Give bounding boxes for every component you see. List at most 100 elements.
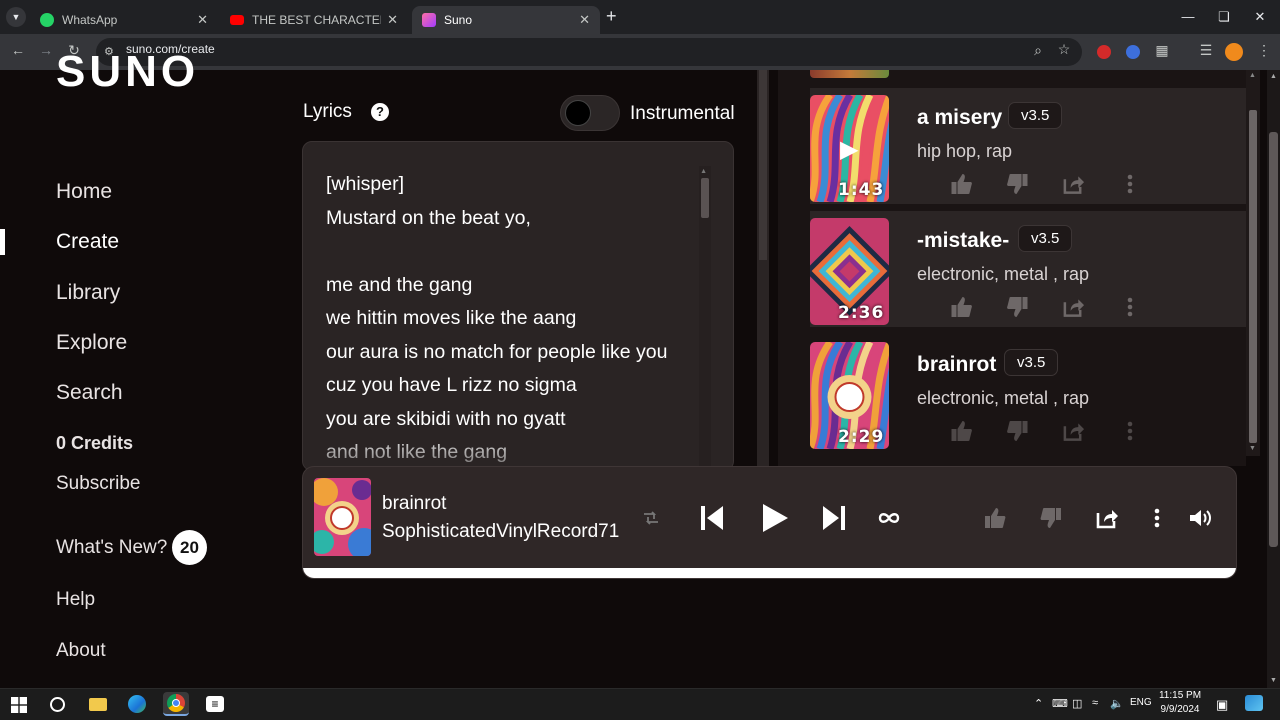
- dislike-icon[interactable]: [1006, 296, 1029, 319]
- tab-suno[interactable]: Suno ✕: [412, 6, 600, 34]
- tray-chevron-icon[interactable]: ⌃: [1034, 697, 1043, 710]
- profile-avatar[interactable]: [1225, 43, 1243, 61]
- capcut-icon[interactable]: ≡: [202, 692, 228, 716]
- song-title[interactable]: a misery: [917, 106, 1002, 130]
- song-list-scroll-thumb[interactable]: [1249, 110, 1257, 443]
- like-icon[interactable]: [950, 173, 973, 196]
- extension-red-icon[interactable]: [1097, 45, 1111, 59]
- player-more-icon[interactable]: [1149, 507, 1165, 529]
- nav-library[interactable]: Library: [56, 281, 120, 305]
- zoom-icon[interactable]: ⌕: [1028, 42, 1048, 59]
- bookmark-star-icon[interactable]: ☆: [1054, 41, 1074, 58]
- tab-search-button[interactable]: ▼: [6, 7, 26, 27]
- cortana-search-icon[interactable]: [50, 697, 65, 712]
- extension-blue-icon[interactable]: [1126, 45, 1140, 59]
- song-cover-art[interactable]: 2:29: [810, 342, 889, 449]
- whats-new-link[interactable]: What's New?: [56, 537, 167, 559]
- speaker-icon[interactable]: 🔈: [1110, 697, 1124, 710]
- like-icon[interactable]: [950, 296, 973, 319]
- previous-track-icon[interactable]: [698, 503, 726, 533]
- nav-search[interactable]: Search: [56, 381, 123, 405]
- photos-tray-icon[interactable]: [1245, 695, 1263, 711]
- song-list-scroll-up-icon[interactable]: ▲: [1249, 72, 1256, 79]
- like-icon[interactable]: [950, 420, 973, 443]
- share-icon[interactable]: [1062, 296, 1085, 319]
- tab-close-icon[interactable]: ✕: [387, 12, 398, 28]
- next-track-icon[interactable]: [820, 503, 848, 533]
- nav-explore[interactable]: Explore: [56, 331, 127, 355]
- help-link[interactable]: Help: [56, 589, 95, 611]
- play-overlay-icon[interactable]: ▶: [840, 135, 858, 164]
- volume-icon[interactable]: [1188, 506, 1216, 530]
- tab-close-icon[interactable]: ✕: [579, 12, 590, 28]
- page-scroll-down-icon[interactable]: ▼: [1270, 677, 1277, 684]
- player-cover-art[interactable]: [314, 478, 371, 556]
- close-icon[interactable]: ✕: [1240, 6, 1280, 28]
- wifi-icon[interactable]: ≈: [1092, 697, 1098, 709]
- lyrics-scroll-thumb[interactable]: [701, 178, 709, 218]
- player-artist-name[interactable]: SophisticatedVinylRecord71: [382, 521, 619, 543]
- more-options-icon[interactable]: [1118, 173, 1141, 196]
- page-scroll-up-icon[interactable]: ▲: [1270, 73, 1277, 80]
- lyrics-fade: [303, 430, 733, 470]
- tab-youtube[interactable]: THE BEST CHARACTER IN JUJUTSU ✕: [220, 6, 408, 34]
- player-share-icon[interactable]: [1094, 506, 1120, 530]
- lyrics-textarea[interactable]: [whisper] Mustard on the beat yo, me and…: [302, 141, 734, 471]
- edge-icon[interactable]: [124, 692, 150, 716]
- song-row[interactable]: ▶ 1:43 a misery v3.5 hip hop, rap: [810, 88, 1246, 204]
- loop-icon[interactable]: [876, 507, 902, 529]
- windows-taskbar: [0, 688, 1280, 720]
- address-bar[interactable]: [96, 38, 1082, 66]
- suno-logo[interactable]: SUNO: [56, 55, 206, 93]
- more-options-icon[interactable]: [1118, 420, 1141, 443]
- create-panel-scroll-thumb[interactable]: [759, 70, 767, 260]
- minimize-icon[interactable]: —: [1168, 6, 1208, 28]
- chrome-taskbar-icon[interactable]: [163, 692, 189, 716]
- tray-device-icon[interactable]: ◫: [1072, 697, 1082, 710]
- dislike-icon[interactable]: [1006, 173, 1029, 196]
- song-duration: 1:43: [838, 180, 885, 200]
- nav-create[interactable]: Create: [56, 230, 119, 254]
- media-control-icon[interactable]: ☰: [1196, 42, 1216, 59]
- shuffle-icon[interactable]: [640, 507, 662, 529]
- song-title[interactable]: brainrot: [917, 353, 996, 377]
- song-row[interactable]: 2:36 -mistake-v3.5 electronic, metal , rap: [810, 211, 1246, 327]
- forward-icon[interactable]: →: [36, 42, 56, 58]
- share-icon[interactable]: [1062, 420, 1085, 443]
- maximize-icon[interactable]: ❏: [1204, 6, 1244, 28]
- back-icon[interactable]: ←: [8, 42, 28, 58]
- song-cover-art[interactable]: 2:36: [810, 218, 889, 325]
- player-dislike-icon[interactable]: [1039, 506, 1063, 530]
- system-clock[interactable]: 11:15 PM 9/9/2024: [1149, 689, 1211, 717]
- tab-close-icon[interactable]: ✕: [197, 12, 208, 28]
- player-like-icon[interactable]: [983, 506, 1007, 530]
- help-icon[interactable]: ?: [371, 103, 389, 121]
- song-list-scroll-down-icon[interactable]: ▼: [1249, 445, 1256, 452]
- dislike-icon[interactable]: [1006, 420, 1029, 443]
- more-options-icon[interactable]: [1118, 296, 1141, 319]
- song-cover-art[interactable]: ▶ 1:43: [810, 95, 889, 202]
- instrumental-toggle[interactable]: [560, 95, 620, 131]
- player-song-title[interactable]: brainrot: [382, 493, 446, 515]
- song-title[interactable]: -mistake-: [917, 229, 1009, 253]
- chrome-menu-icon[interactable]: ⋮: [1254, 42, 1274, 59]
- file-explorer-icon[interactable]: [85, 692, 111, 716]
- nav-home[interactable]: Home: [56, 180, 112, 204]
- instrumental-label: Instrumental: [630, 103, 735, 124]
- about-link[interactable]: About: [56, 640, 106, 662]
- new-tab-button[interactable]: +: [606, 6, 617, 27]
- windows-start-icon[interactable]: [11, 697, 27, 713]
- extensions-puzzle-icon[interactable]: ▦: [1152, 42, 1172, 59]
- song-row[interactable]: 2:29 brainrot v3.5 electronic, metal , rap: [810, 335, 1246, 451]
- share-icon[interactable]: [1062, 173, 1085, 196]
- tray-input-icon[interactable]: ⌨: [1052, 697, 1068, 710]
- active-nav-indicator: [0, 229, 5, 255]
- player-progress-track[interactable]: [303, 568, 1236, 578]
- tab-whatsapp[interactable]: WhatsApp ✕: [30, 6, 218, 34]
- clock-time: 11:15 PM: [1158, 690, 1202, 701]
- scroll-up-arrow-icon[interactable]: ▲: [700, 168, 707, 175]
- play-icon[interactable]: [759, 501, 791, 535]
- page-scroll-thumb[interactable]: [1269, 132, 1278, 547]
- notification-icon[interactable]: ▣: [1216, 697, 1228, 713]
- subscribe-link[interactable]: Subscribe: [56, 473, 141, 495]
